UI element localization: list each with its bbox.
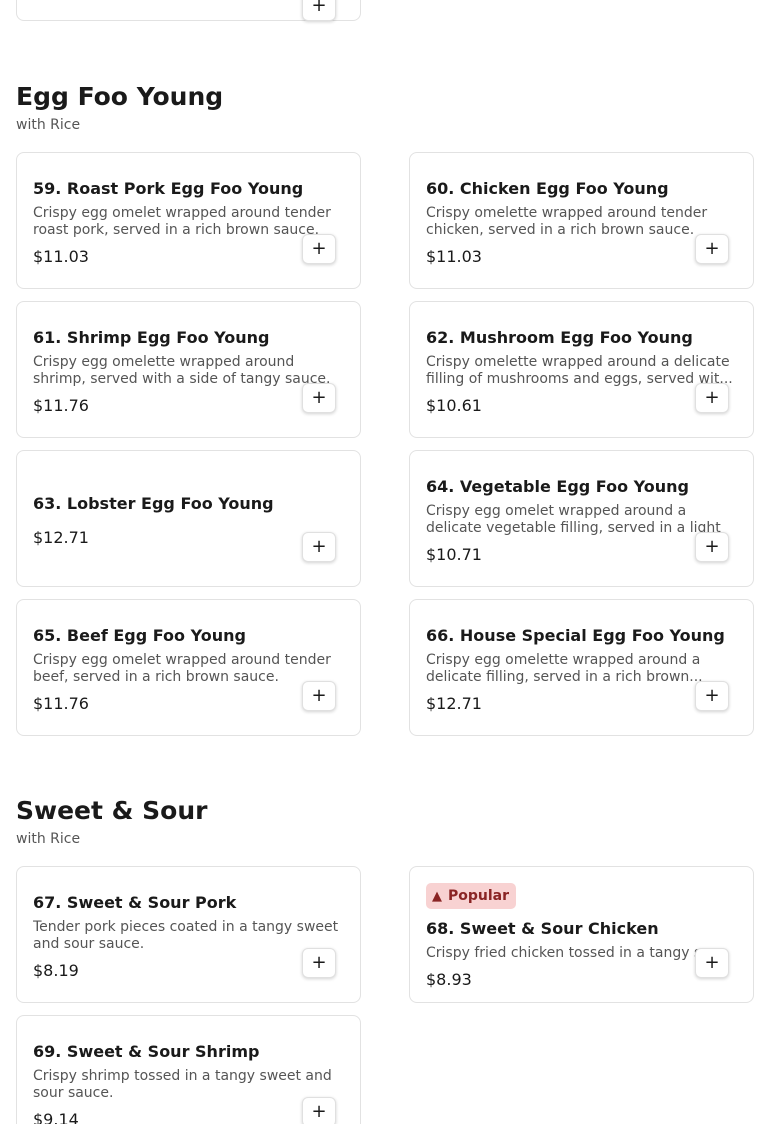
item-price: $8.19	[33, 961, 79, 980]
item-description: Crispy omelette wrapped around a delicat…	[426, 354, 733, 387]
section-title: Egg Foo Young	[16, 82, 224, 111]
menu-item-card[interactable]: 61. Shrimp Egg Foo Young Crispy egg omel…	[16, 301, 361, 438]
add-to-cart-button[interactable]: +	[302, 383, 336, 413]
item-price: $12.71	[33, 528, 89, 547]
popular-badge: ▲ Popular	[426, 883, 517, 909]
badge-label: Popular	[448, 888, 510, 904]
add-to-cart-button[interactable]: +	[302, 1097, 336, 1124]
add-to-cart-button[interactable]: +	[302, 532, 336, 562]
item-name: 67. Sweet & Sour Pork	[33, 893, 237, 912]
item-price: $11.76	[33, 396, 89, 415]
item-name: 60. Chicken Egg Foo Young	[426, 179, 669, 198]
item-description: Crispy egg omelette wrapped around a del…	[426, 652, 703, 685]
section-subtitle: with Rice	[16, 117, 81, 133]
menu-item-card[interactable]: 59. Roast Pork Egg Foo Young Crispy egg …	[16, 152, 361, 289]
add-to-cart-button[interactable]: +	[695, 681, 729, 711]
menu-item-card[interactable]: +	[16, 0, 361, 21]
item-price: $12.71	[426, 694, 482, 713]
add-to-cart-button[interactable]: +	[695, 383, 729, 413]
item-price: $11.76	[33, 694, 89, 713]
item-name: 68. Sweet & Sour Chicken	[426, 919, 659, 938]
menu-item-card[interactable]: 65. Beef Egg Foo Young Crispy egg omelet…	[16, 599, 361, 736]
add-to-cart-button[interactable]: +	[695, 532, 729, 562]
item-name: 65. Beef Egg Foo Young	[33, 626, 246, 645]
item-name: 69. Sweet & Sour Shrimp	[33, 1042, 260, 1061]
item-description: Crispy egg omelet wrapped around tender …	[33, 652, 331, 685]
menu-item-card[interactable]: 66. House Special Egg Foo Young Crispy e…	[409, 599, 754, 736]
item-name: 64. Vegetable Egg Foo Young	[426, 477, 689, 496]
item-price: $9.14	[33, 1110, 79, 1124]
item-description: Crispy egg omelet wrapped around a delic…	[426, 503, 721, 536]
item-description: Crispy omelette wrapped around tender ch…	[426, 205, 708, 238]
add-to-cart-button[interactable]: +	[302, 681, 336, 711]
add-to-cart-button[interactable]: +	[302, 0, 336, 21]
menu-item-card[interactable]: 67. Sweet & Sour Pork Tender pork pieces…	[16, 866, 361, 1003]
menu-item-card[interactable]: 69. Sweet & Sour Shrimp Crispy shrimp to…	[16, 1015, 361, 1124]
menu-item-card[interactable]: 64. Vegetable Egg Foo Young Crispy egg o…	[409, 450, 754, 587]
item-name: 59. Roast Pork Egg Foo Young	[33, 179, 304, 198]
add-to-cart-button[interactable]: +	[695, 234, 729, 264]
menu-item-card[interactable]: 63. Lobster Egg Foo Young $12.71 +	[16, 450, 361, 587]
item-price: $11.03	[33, 247, 89, 266]
menu-item-card[interactable]: 62. Mushroom Egg Foo Young Crispy omelet…	[409, 301, 754, 438]
section-title: Sweet & Sour	[16, 796, 208, 825]
item-description: Crispy shrimp tossed in a tangy sweet an…	[33, 1068, 332, 1101]
item-name: 63. Lobster Egg Foo Young	[33, 494, 274, 513]
item-price: $11.03	[426, 247, 482, 266]
menu-item-card[interactable]: 60. Chicken Egg Foo Young Crispy omelett…	[409, 152, 754, 289]
menu-item-card[interactable]: ▲ Popular 68. Sweet & Sour Chicken Crisp…	[409, 866, 754, 1003]
item-description: Tender pork pieces coated in a tangy swe…	[33, 919, 339, 952]
item-name: 62. Mushroom Egg Foo Young	[426, 328, 693, 347]
item-price: $10.71	[426, 545, 482, 564]
item-name: 61. Shrimp Egg Foo Young	[33, 328, 270, 347]
item-price: $10.61	[426, 396, 482, 415]
section-subtitle: with Rice	[16, 831, 81, 847]
item-name: 66. House Special Egg Foo Young	[426, 626, 725, 645]
item-description: Crispy fried chicken tossed in a tangy s…	[426, 945, 735, 961]
item-price: $8.93	[426, 970, 472, 989]
item-description: Crispy egg omelette wrapped around shrim…	[33, 354, 331, 387]
item-description: Crispy egg omelet wrapped around tender …	[33, 205, 331, 238]
add-to-cart-button[interactable]: +	[695, 948, 729, 978]
add-to-cart-button[interactable]: +	[302, 234, 336, 264]
fire-icon: ▲	[432, 888, 442, 904]
add-to-cart-button[interactable]: +	[302, 948, 336, 978]
